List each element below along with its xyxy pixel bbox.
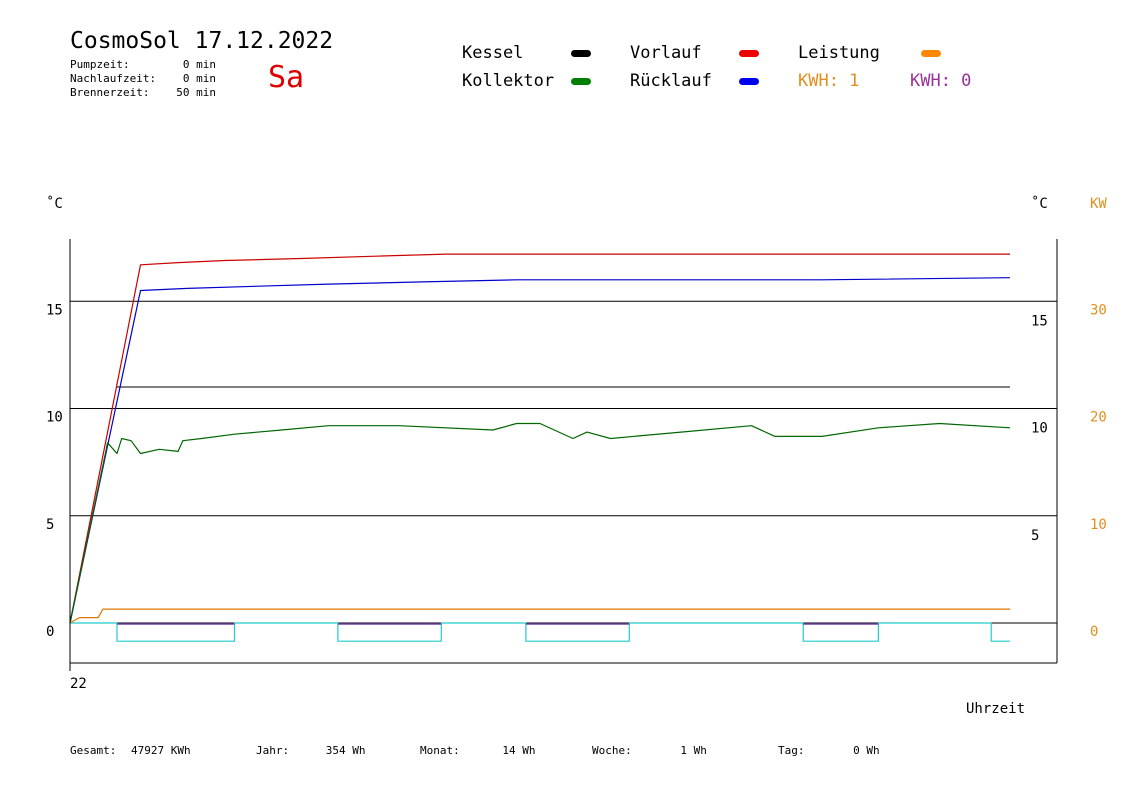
series-line-leistung (69, 608, 1010, 624)
footer-jahr: Jahr: 354 Wh (256, 744, 366, 757)
series-lines (69, 253, 1011, 642)
left-tick-label: 10 (46, 410, 63, 426)
footer-gesamt: Gesamt: 47927 KWh (70, 744, 191, 757)
right-power-tick-label: 30 (1090, 302, 1107, 318)
left-tick-label: 15 (46, 302, 63, 318)
footer-label: Tag: (778, 744, 805, 757)
footer-value: 47927 KWh (130, 744, 191, 757)
footer-tag: Tag: 0 Wh (778, 744, 880, 757)
right-power-tick-label: 20 (1090, 410, 1107, 426)
footer-value: 0 Wh (853, 744, 880, 757)
x-axis-label: Uhrzeit (966, 701, 1026, 717)
footer-woche: Woche: 1 Wh (592, 744, 707, 757)
series-line-pumpe (70, 622, 1010, 642)
right-power-tick-label: 10 (1090, 517, 1107, 533)
grid-lines (70, 300, 1057, 624)
left-tick-label: 0 (46, 624, 54, 640)
footer-value: 14 Wh (502, 744, 536, 757)
series-line-vorlauf (69, 253, 1010, 624)
footer-value: 1 Wh (680, 744, 707, 757)
series-line-kollektor (69, 422, 1011, 624)
footer-label: Woche: (592, 744, 632, 757)
footer-monat: Monat: 14 Wh (420, 744, 536, 757)
footer-value: 354 Wh (325, 744, 366, 757)
right-temp-tick-label: 10 (1031, 421, 1048, 437)
right-temp-tick-label: 5 (1031, 528, 1039, 544)
footer-label: Jahr: (256, 744, 290, 757)
series-line-ruecklauf (69, 277, 1011, 624)
footer-label: Gesamt: (70, 744, 117, 757)
x-tick-label: 22 (70, 676, 87, 692)
tick-labels: 0 5 10 15 5 10 15 0 10 20 30 (46, 302, 1107, 640)
temperature-chart: 0 5 10 15 5 10 15 0 10 20 30 (46, 239, 1107, 671)
chart-frame (69, 239, 1058, 671)
right-power-tick-label: 0 (1090, 624, 1098, 640)
footer-label: Monat: (420, 744, 460, 757)
left-tick-label: 5 (46, 517, 54, 533)
right-temp-tick-label: 15 (1031, 313, 1048, 329)
